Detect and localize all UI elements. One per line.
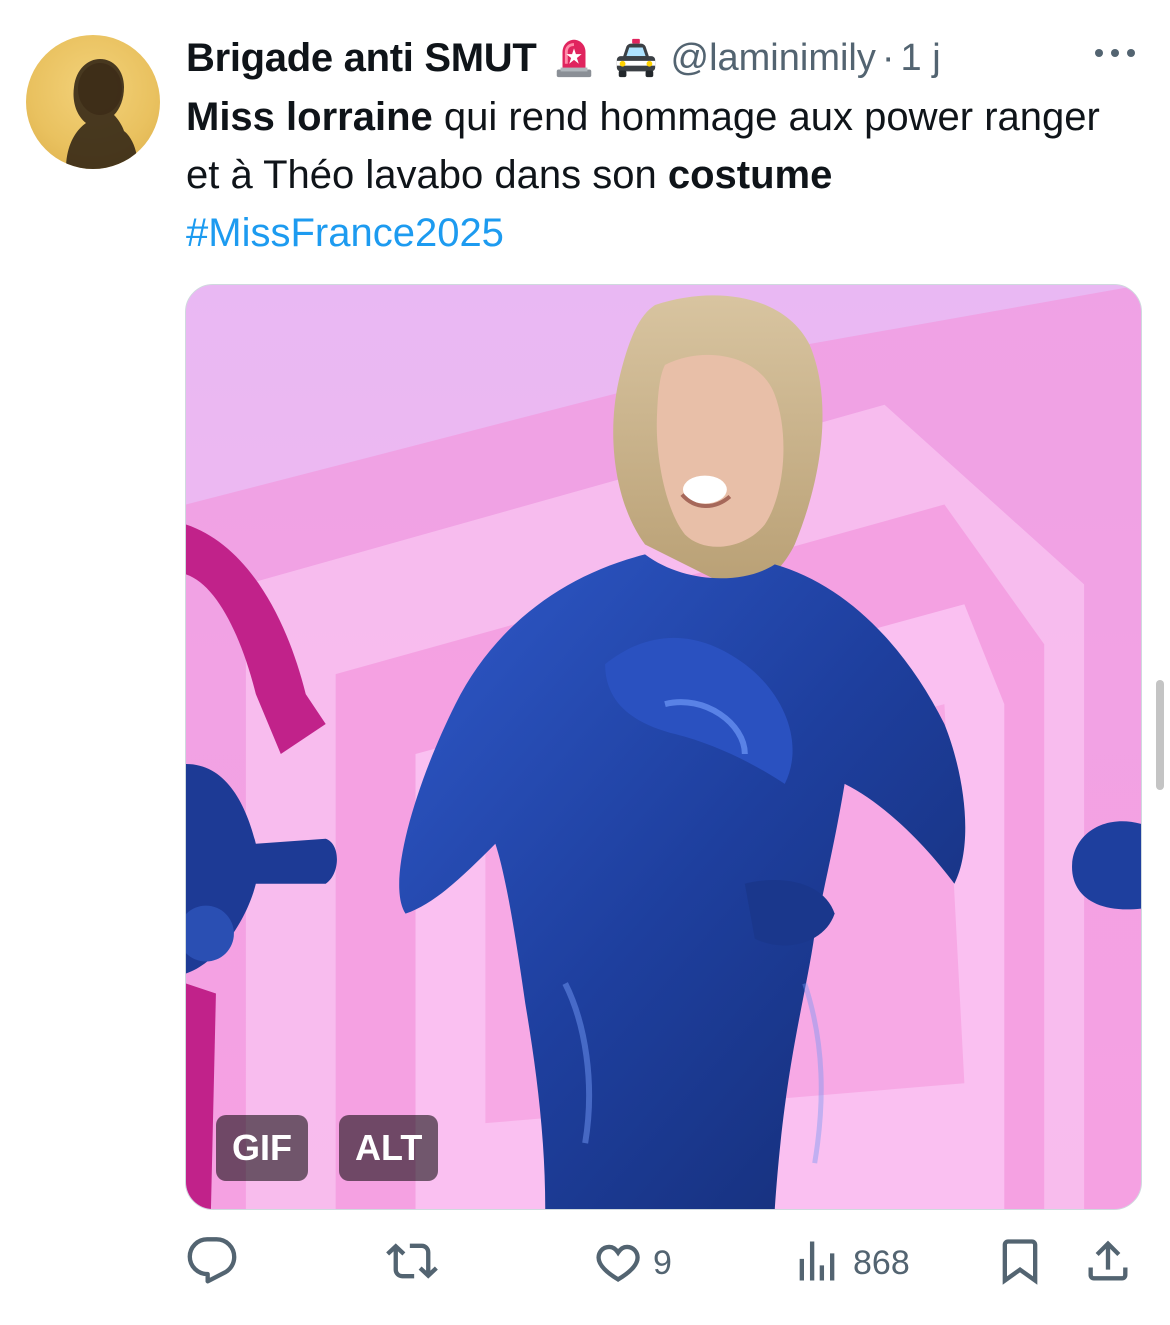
reply-button[interactable] (186, 1228, 248, 1298)
gif-image (186, 285, 1141, 1209)
reply-icon (186, 1235, 238, 1292)
tweet-actions: 9 868 (186, 1228, 1136, 1298)
timestamp[interactable]: 1 j (901, 37, 941, 80)
police-car-icon (611, 33, 661, 83)
display-name[interactable]: Brigade anti SMUT (186, 36, 537, 81)
views-count: 868 (853, 1243, 910, 1282)
bookmark-button[interactable] (994, 1228, 1046, 1298)
share-icon (1082, 1235, 1134, 1292)
views-button[interactable]: 868 (791, 1228, 910, 1298)
bookmark-icon (994, 1235, 1046, 1292)
like-button[interactable]: 9 (591, 1228, 672, 1298)
scrollbar[interactable] (1156, 680, 1164, 790)
tweet-text-bold-1: Miss lorraine (186, 95, 433, 139)
more-options-icon[interactable] (1090, 38, 1140, 68)
tweet-text: Miss lorraine qui rend hommage aux power… (186, 88, 1126, 262)
tweet: Brigade anti SMUT @laminimily · 1 j Miss… (0, 0, 1170, 1325)
police-light-icon (549, 33, 599, 83)
retweet-button[interactable] (386, 1228, 448, 1298)
avatar[interactable] (26, 35, 160, 169)
gif-badge: GIF (216, 1115, 308, 1181)
share-button[interactable] (1082, 1228, 1134, 1298)
hashtag-link[interactable]: #MissFrance2025 (186, 211, 504, 255)
like-count: 9 (653, 1243, 672, 1282)
alt-text-badge[interactable]: ALT (339, 1115, 439, 1181)
heart-icon (591, 1235, 643, 1292)
tweet-header: Brigade anti SMUT @laminimily · 1 j (186, 28, 941, 88)
avatar-silhouette-image (66, 59, 138, 169)
tweet-media-gif[interactable]: GIF ALT (185, 284, 1142, 1210)
separator-dot: · (881, 36, 895, 79)
tweet-text-bold-2: costume (667, 153, 833, 197)
author-handle[interactable]: @laminimily (671, 37, 876, 80)
retweet-icon (386, 1235, 438, 1292)
views-chart-icon (791, 1235, 843, 1292)
